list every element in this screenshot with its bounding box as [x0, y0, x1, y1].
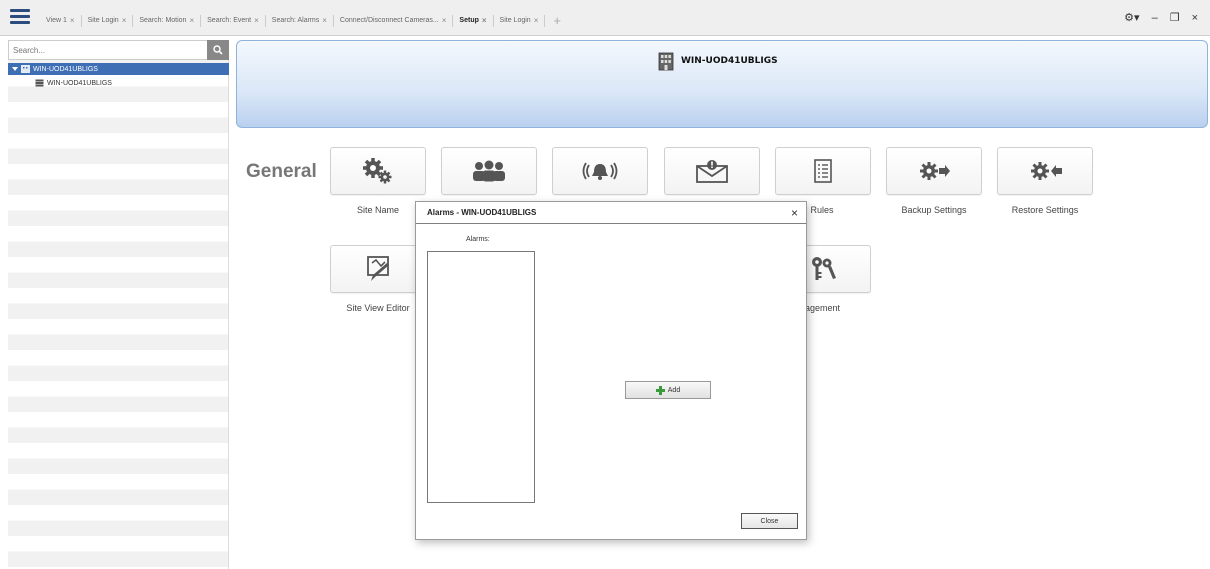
tab-search-event[interactable]: Search: Event × — [201, 15, 266, 27]
add-alarm-button[interactable]: Add — [625, 381, 711, 399]
site-header-title: WIN-UOD41UBLIGS — [657, 51, 778, 71]
tab-close-icon[interactable]: × — [122, 15, 127, 27]
site-name-tile[interactable] — [330, 147, 426, 195]
alarms-listbox[interactable] — [427, 251, 535, 503]
rules-tile[interactable] — [775, 147, 871, 195]
tab-close-icon[interactable]: × — [534, 15, 539, 27]
restore-settings-tile[interactable] — [997, 147, 1093, 195]
restore-icon[interactable]: ❐ — [1170, 11, 1180, 24]
tab-close-icon[interactable]: × — [322, 15, 327, 27]
tree-item-server[interactable]: WIN-UOD41UBLIGS — [32, 77, 112, 89]
tree-item-label: WIN-UOD41UBLIGS — [33, 65, 98, 73]
add-button-label: Add — [667, 386, 681, 394]
tree-item-site-root[interactable]: WIN-UOD41UBLIGS — [8, 63, 229, 75]
tab-label: Site Login — [499, 17, 531, 24]
add-tab-icon[interactable]: + — [545, 14, 569, 27]
expand-arrow-icon[interactable] — [12, 66, 18, 72]
users-tile[interactable] — [441, 147, 537, 195]
tree-item-label: WIN-UOD41UBLIGS — [47, 79, 112, 87]
tab-strip: View 1 × Site Login × Search: Motion × Sear… — [40, 12, 569, 30]
settings-gear-icon[interactable]: ⚙▾ — [1124, 11, 1139, 24]
restore-settings-tile-label: Restore Settings — [1011, 205, 1079, 215]
search-icon — [213, 45, 223, 55]
tab-close-icon[interactable]: × — [482, 15, 487, 27]
site-tree-sidebar: WIN-UOD41UBLIGS WIN-UOD41UBLIGS — [8, 40, 229, 569]
alarms-dialog: Alarms - WIN-UOD41UBLIGS × Alarms: Add C… — [415, 201, 807, 540]
dialog-title-bar[interactable]: Alarms - WIN-UOD41UBLIGS × — [416, 202, 806, 224]
gear-arrow-right-icon — [920, 162, 950, 180]
tab-label: Search: Motion — [139, 17, 187, 24]
email-envelope-icon — [696, 160, 728, 183]
minimize-icon[interactable]: – — [1152, 12, 1158, 24]
site-search-input[interactable] — [9, 41, 199, 59]
tab-view-1[interactable]: View 1 × — [40, 15, 82, 27]
tab-label: Connect/Disconnect Cameras... — [339, 17, 439, 24]
gear-arrow-left-icon — [1031, 162, 1062, 180]
site-building-icon — [658, 52, 674, 71]
search-button[interactable] — [207, 40, 229, 60]
checklist-icon — [814, 159, 832, 183]
window-controls: ⚙▾ – ❐ × — [1124, 11, 1198, 25]
site-search-box — [8, 40, 229, 60]
tab-close-icon[interactable]: × — [70, 15, 75, 27]
close-dialog-button[interactable]: Close — [741, 513, 798, 529]
tab-site-login-2[interactable]: Site Login × — [494, 15, 546, 27]
close-button-label: Close — [760, 517, 779, 525]
server-icon — [35, 79, 44, 87]
keys-icon — [812, 257, 836, 280]
tab-setup[interactable]: Setup × — [453, 15, 494, 27]
backup-settings-tile-label: Backup Settings — [901, 205, 967, 215]
general-section-label: General — [246, 161, 317, 182]
backup-settings-tile[interactable] — [886, 147, 982, 195]
hamburger-menu-icon[interactable] — [10, 9, 30, 25]
alarm-bell-icon — [582, 162, 618, 180]
email-tile[interactable] — [664, 147, 760, 195]
gears-icon — [363, 158, 392, 184]
tab-close-icon[interactable]: × — [442, 15, 447, 27]
editor-pencil-icon — [367, 256, 389, 281]
tab-bar: View 1 × Site Login × Search: Motion × Sear… — [0, 0, 1210, 36]
tab-connect-disconnect[interactable]: Connect/Disconnect Cameras... × — [334, 15, 454, 27]
alarms-tile[interactable] — [552, 147, 648, 195]
tab-search-motion[interactable]: Search: Motion × — [133, 15, 202, 27]
tab-label: View 1 — [46, 17, 67, 24]
site-building-icon — [21, 65, 30, 73]
add-plus-icon — [655, 385, 665, 395]
dialog-title: Alarms - WIN-UOD41UBLIGS — [427, 208, 537, 217]
alarms-list-label: Alarms: — [466, 236, 490, 243]
tab-label: Setup — [459, 17, 479, 24]
tab-site-login[interactable]: Site Login × — [82, 15, 134, 27]
tab-close-icon[interactable]: × — [189, 15, 194, 27]
site-header-panel: WIN-UOD41UBLIGS — [236, 40, 1208, 128]
tab-close-icon[interactable]: × — [254, 15, 259, 27]
tab-label: Site Login — [87, 17, 119, 24]
tab-label: Search: Alarms — [271, 17, 320, 24]
site-name-text: WIN-UOD41UBLIGS — [681, 56, 778, 66]
site-view-editor-tile[interactable] — [330, 245, 426, 293]
users-group-icon — [473, 160, 505, 182]
tab-label: Search: Event — [207, 17, 252, 24]
close-window-icon[interactable]: × — [1192, 12, 1198, 24]
dialog-close-icon[interactable]: × — [791, 206, 798, 220]
tab-search-alarms[interactable]: Search: Alarms × — [266, 15, 334, 27]
